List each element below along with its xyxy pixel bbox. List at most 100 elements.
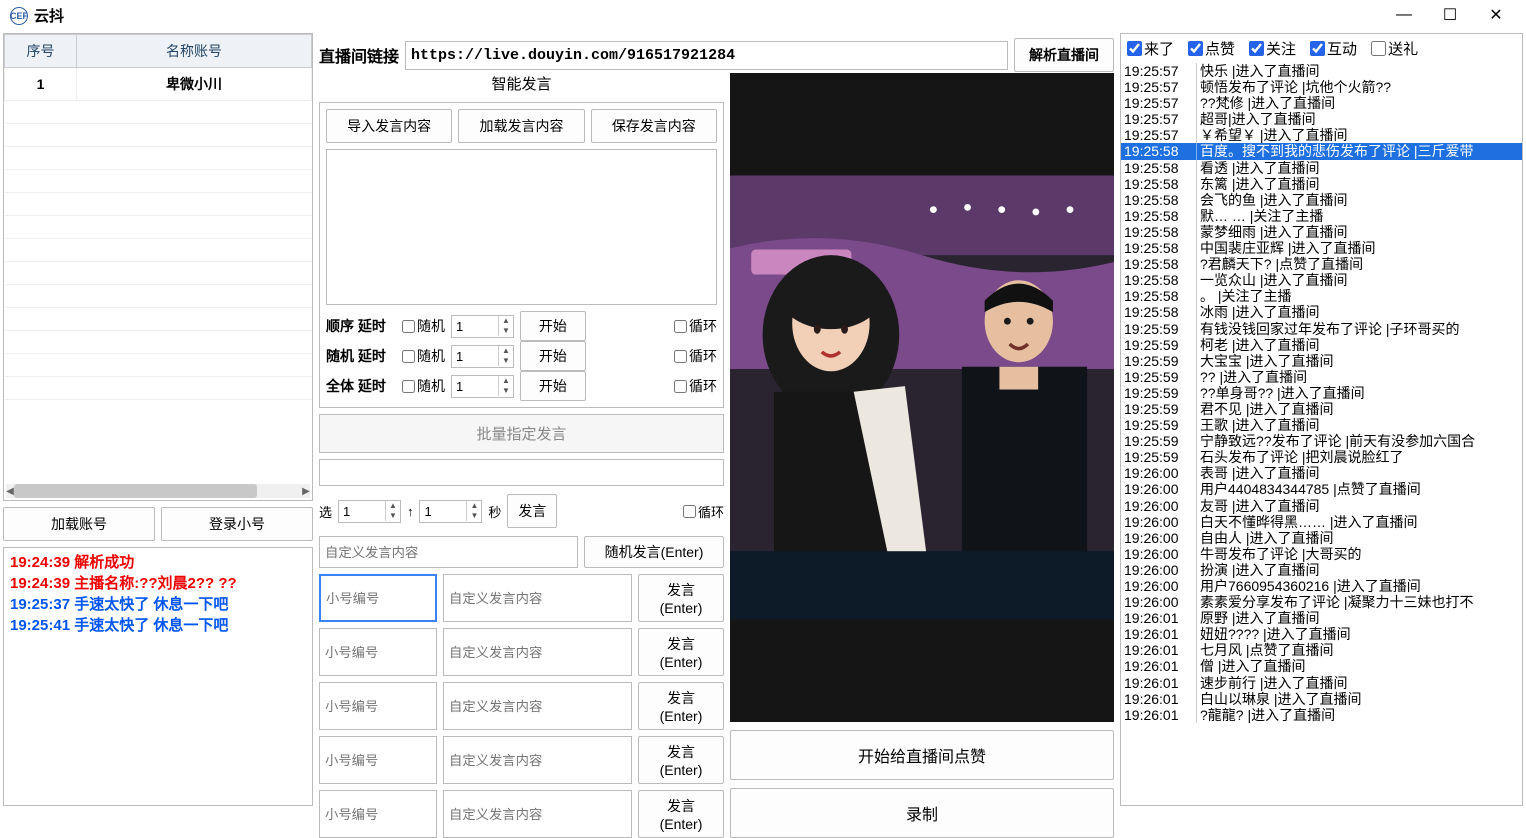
feed-row[interactable]: 19:25:58东篱 |进入了直播间 <box>1121 176 1522 192</box>
close-button[interactable]: ✕ <box>1488 7 1504 23</box>
feed-row[interactable]: 19:26:01原野 |进入了直播间 <box>1121 610 1522 626</box>
select-speak-button[interactable]: 发言 <box>507 494 557 528</box>
random-checkbox[interactable]: 随机 <box>402 376 445 396</box>
custom-content-input[interactable] <box>443 574 632 622</box>
loop-checkbox[interactable]: 循环 <box>674 346 717 366</box>
minimize-button[interactable]: — <box>1396 7 1412 23</box>
feed-row[interactable]: 19:25:59大宝宝 |进入了直播间 <box>1121 353 1522 369</box>
alt-account-id-input[interactable] <box>319 574 437 622</box>
feed-row[interactable]: 19:26:00友哥 |进入了直播间 <box>1121 498 1522 514</box>
speak-enter-button[interactable]: 发言(Enter) <box>638 736 724 784</box>
speak-enter-button[interactable]: 发言(Enter) <box>638 790 724 838</box>
feed-row[interactable]: 19:26:01七月风 |点赞了直播间 <box>1121 642 1522 658</box>
feed-row[interactable]: 19:25:57￥希望￥ |进入了直播间 <box>1121 127 1522 143</box>
feed-row[interactable]: 19:26:00表哥 |进入了直播间 <box>1121 465 1522 481</box>
select-loop-checkbox[interactable]: 循环 <box>683 502 724 521</box>
feed-row[interactable]: 19:25:57超哥|进入了直播间 <box>1121 111 1522 127</box>
table-row[interactable]: 1卑微小川 <box>5 68 312 101</box>
filter-关注[interactable]: 关注 <box>1249 38 1296 59</box>
feed-row[interactable]: 19:26:00牛哥发布了评论 |大哥买的 <box>1121 546 1522 562</box>
delay-spinner[interactable]: ▲▼ <box>451 315 514 338</box>
scroll-thumb[interactable] <box>14 484 257 498</box>
start-button[interactable]: 开始 <box>520 341 586 371</box>
alt-account-id-input[interactable] <box>319 736 437 784</box>
import-speech-button[interactable]: 导入发言内容 <box>326 109 452 143</box>
accounts-table[interactable]: 序号 名称账号 1卑微小川 <box>4 34 312 423</box>
feed-row[interactable]: 19:25:59有钱没钱回家过年发布了评论 |子环哥买的 <box>1121 321 1522 337</box>
feed-row[interactable]: 19:25:59?? |进入了直播间 <box>1121 369 1522 385</box>
batch-assign-button[interactable]: 批量指定发言 <box>319 414 724 453</box>
feed-row[interactable]: 19:25:58冰雨 |进入了直播间 <box>1121 304 1522 320</box>
feed-row[interactable]: 19:25:59石头发布了评论 |把刘晨说脸红了 <box>1121 449 1522 465</box>
feed-row[interactable]: 19:25:58会飞的鱼 |进入了直播间 <box>1121 192 1522 208</box>
loop-checkbox[interactable]: 循环 <box>674 316 717 336</box>
feed-row[interactable]: 19:25:58百度。搜不到我的悲伤发布了评论 |三斤爱带 <box>1121 143 1522 159</box>
custom-content-input[interactable] <box>443 628 632 676</box>
horizontal-scrollbar[interactable]: ◀ ▶ <box>6 484 310 498</box>
feed-row[interactable]: 19:26:00用户4404834344785 |点赞了直播间 <box>1121 481 1522 497</box>
scroll-right-icon[interactable]: ▶ <box>299 484 313 498</box>
speak-enter-button[interactable]: 发言(Enter) <box>638 682 724 730</box>
record-button[interactable]: 录制 <box>730 788 1114 838</box>
save-speech-button[interactable]: 保存发言内容 <box>591 109 717 143</box>
feed-row[interactable]: 19:26:00素素爱分享发布了评论 |凝聚力十三妹也打不 <box>1121 594 1522 610</box>
feed-row[interactable]: 19:26:01妞妞???? |进入了直播间 <box>1121 626 1522 642</box>
delay-spinner[interactable]: ▲▼ <box>451 375 514 398</box>
speak-enter-button[interactable]: 发言(Enter) <box>638 628 724 676</box>
feed-row[interactable]: 19:25:57顿悟发布了评论 |坑他个火箭?? <box>1121 79 1522 95</box>
filter-点赞[interactable]: 点赞 <box>1188 38 1235 59</box>
custom-content-input[interactable] <box>443 682 632 730</box>
load-speech-button[interactable]: 加载发言内容 <box>458 109 584 143</box>
custom-content-input[interactable] <box>443 736 632 784</box>
col-header-name[interactable]: 名称账号 <box>77 35 312 68</box>
maximize-button[interactable]: ☐ <box>1442 7 1458 23</box>
feed-row[interactable]: 19:25:59君不见 |进入了直播间 <box>1121 401 1522 417</box>
col-header-seq[interactable]: 序号 <box>5 35 77 68</box>
start-button[interactable]: 开始 <box>520 371 586 401</box>
feed-row[interactable]: 19:26:00扮演 |进入了直播间 <box>1121 562 1522 578</box>
feed-row[interactable]: 19:25:57快乐 |进入了直播间 <box>1121 63 1522 79</box>
feed-row[interactable]: 19:25:58?君麟天下? |点赞了直播间 <box>1121 256 1522 272</box>
feed-row[interactable]: 19:25:59宁静致远??发布了评论 |前天有没参加六国合 <box>1121 433 1522 449</box>
load-accounts-button[interactable]: 加载账号 <box>3 507 155 541</box>
batch-input[interactable] <box>319 459 724 486</box>
feed-row[interactable]: 19:25:59王歌 |进入了直播间 <box>1121 417 1522 433</box>
alt-account-id-input[interactable] <box>319 628 437 676</box>
feed-row[interactable]: 19:25:59柯老 |进入了直播间 <box>1121 337 1522 353</box>
select-from-spinner[interactable]: ▲▼ <box>338 500 401 523</box>
alt-account-id-input[interactable] <box>319 682 437 730</box>
feed-row[interactable]: 19:26:00自由人 |进入了直播间 <box>1121 530 1522 546</box>
event-feed[interactable]: 19:25:57快乐 |进入了直播间19:25:57顿悟发布了评论 |坑他个火箭… <box>1121 63 1522 805</box>
filter-来了[interactable]: 来了 <box>1127 38 1174 59</box>
feed-row[interactable]: 19:25:59??单身哥?? |进入了直播间 <box>1121 385 1522 401</box>
alt-account-id-input[interactable] <box>319 790 437 838</box>
random-checkbox[interactable]: 随机 <box>402 346 445 366</box>
feed-row[interactable]: 19:26:01速步前行 |进入了直播间 <box>1121 675 1522 691</box>
speak-enter-button[interactable]: 发言(Enter) <box>638 574 724 622</box>
filter-互动[interactable]: 互动 <box>1310 38 1357 59</box>
start-button[interactable]: 开始 <box>520 311 586 341</box>
speech-content-textarea[interactable] <box>326 149 717 305</box>
filter-送礼[interactable]: 送礼 <box>1371 38 1418 59</box>
loop-checkbox[interactable]: 循环 <box>674 376 717 396</box>
start-like-button[interactable]: 开始给直播间点赞 <box>730 730 1114 780</box>
select-to-spinner[interactable]: ▲▼ <box>419 500 482 523</box>
login-alt-button[interactable]: 登录小号 <box>161 507 313 541</box>
stream-url-input[interactable] <box>405 41 1008 70</box>
feed-row[interactable]: 19:25:58看透 |进入了直播间 <box>1121 160 1522 176</box>
parse-stream-button[interactable]: 解析直播间 <box>1014 38 1114 72</box>
custom-speech-input[interactable] <box>319 536 578 568</box>
feed-row[interactable]: 19:25:58。 |关注了主播 <box>1121 288 1522 304</box>
feed-row[interactable]: 19:25:58一览众山 |进入了直播间 <box>1121 272 1522 288</box>
feed-row[interactable]: 19:26:01僧 |进入了直播间 <box>1121 658 1522 674</box>
custom-content-input[interactable] <box>443 790 632 838</box>
feed-row[interactable]: 19:25:57??梵修 |进入了直播间 <box>1121 95 1522 111</box>
feed-row[interactable]: 19:26:01?龍龍? |进入了直播间 <box>1121 707 1522 723</box>
feed-row[interactable]: 19:25:58默… … |关注了主播 <box>1121 208 1522 224</box>
feed-row[interactable]: 19:25:58中国裴庄亚辉 |进入了直播间 <box>1121 240 1522 256</box>
feed-row[interactable]: 19:26:00用户7660954360216 |进入了直播间 <box>1121 578 1522 594</box>
random-checkbox[interactable]: 随机 <box>402 316 445 336</box>
delay-spinner[interactable]: ▲▼ <box>451 345 514 368</box>
feed-row[interactable]: 19:26:00白天不懂晔得黑…… |进入了直播间 <box>1121 514 1522 530</box>
feed-row[interactable]: 19:25:58蒙梦细雨 |进入了直播间 <box>1121 224 1522 240</box>
